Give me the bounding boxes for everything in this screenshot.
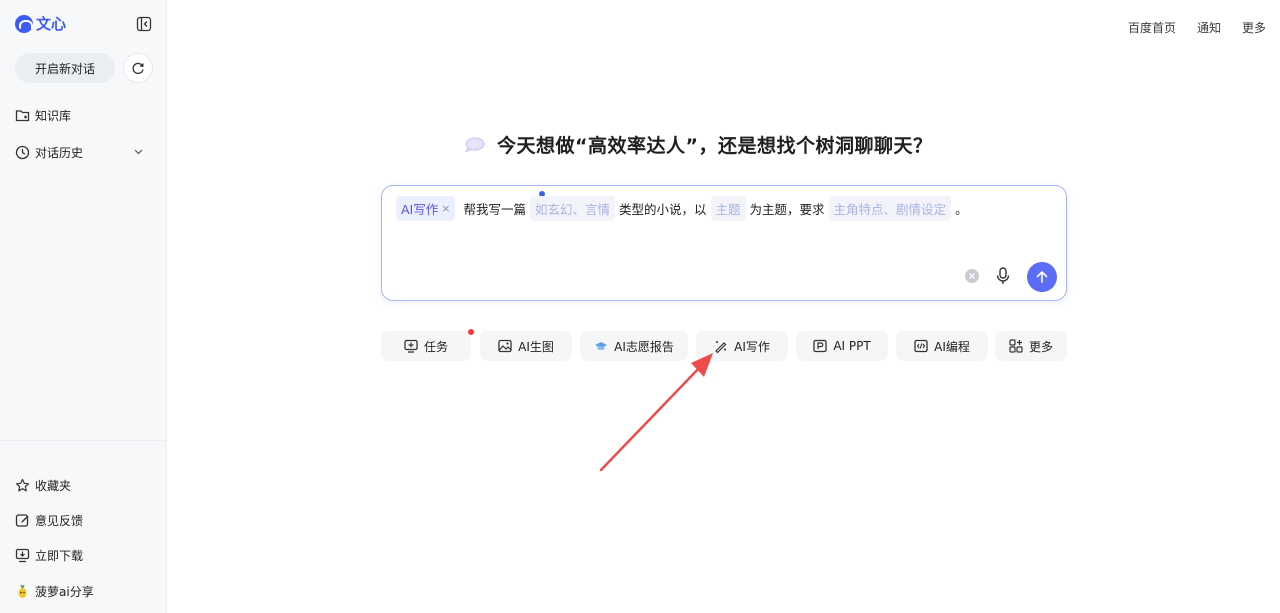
wenxin-logo-icon xyxy=(15,14,33,33)
sidebar-item-history[interactable]: 对话历史 xyxy=(15,144,83,161)
microphone-icon[interactable] xyxy=(996,267,1010,285)
annotation-arrow xyxy=(599,353,713,472)
tool-more-button[interactable]: 更多 xyxy=(995,331,1067,361)
tag-close-icon[interactable]: × xyxy=(441,202,450,215)
sidebar-item-share[interactable]: 菠萝ai分享 xyxy=(15,583,94,600)
star-icon xyxy=(16,478,29,492)
chevron-down-icon[interactable] xyxy=(133,146,144,157)
tool-label: AI写作 xyxy=(734,339,770,354)
prompt-slot-genre[interactable]: 如玄幻、言情 xyxy=(529,196,615,221)
top-link-notifications[interactable]: 通知 xyxy=(1197,19,1221,36)
logo[interactable]: 文心 xyxy=(15,13,66,34)
sidebar-item-label: 菠萝ai分享 xyxy=(35,585,94,599)
sidebar-item-label: 收藏夹 xyxy=(35,479,72,493)
headline: 今天想做“高效率达人”，还是想找个树洞聊聊天？ xyxy=(464,131,932,158)
notification-badge xyxy=(468,329,474,335)
image-icon xyxy=(498,339,512,353)
pineapple-icon xyxy=(18,584,27,598)
refresh-button[interactable] xyxy=(123,53,153,83)
download-icon xyxy=(15,548,30,563)
prompt-tag-label: AI写作 xyxy=(401,202,439,217)
new-chat-button[interactable]: 开启新对话 xyxy=(15,53,115,83)
prompt-input-card[interactable]: AI写作 × 帮我写一篇 如玄幻、言情 类型的小说，以 主题 为主题，要求 主角… xyxy=(381,185,1067,301)
feedback-icon xyxy=(15,514,29,527)
prompt-text: 类型的小说，以 xyxy=(619,202,707,217)
sidebar-item-label: 立即下载 xyxy=(35,549,84,563)
refresh-icon xyxy=(132,62,144,75)
clear-input-button[interactable] xyxy=(965,269,979,283)
speech-bubble-icon xyxy=(465,137,485,152)
sidebar-item-favorites[interactable]: 收藏夹 xyxy=(15,477,71,494)
sidebar-divider xyxy=(0,440,166,441)
prompt-slot-theme[interactable]: 主题 xyxy=(710,196,746,221)
tool-ai-ppt-button[interactable]: AI PPT xyxy=(796,331,888,361)
close-icon xyxy=(969,273,975,279)
ppt-icon xyxy=(813,339,827,353)
apps-icon xyxy=(1009,339,1023,353)
tool-bar: 任务 AI生图 AI志愿报告 AI写作 AI PPT AI编程 更多 xyxy=(381,329,1067,361)
collapse-sidebar-icon[interactable] xyxy=(136,16,152,32)
top-link-more[interactable]: 更多 xyxy=(1242,19,1266,36)
headline-text: 今天想做“高效率达人”，还是想找个树洞聊聊天？ xyxy=(497,135,933,157)
tool-label: AI PPT xyxy=(833,339,871,353)
arrow-up-icon xyxy=(1036,271,1048,283)
sidebar-item-download[interactable]: 立即下载 xyxy=(15,547,83,564)
tool-label: 更多 xyxy=(1028,339,1053,354)
sidebar-item-label: 对话历史 xyxy=(35,146,84,160)
prompt-text: 为主题，要求 xyxy=(749,202,825,217)
code-icon xyxy=(914,339,928,353)
prompt-template[interactable]: AI写作 × 帮我写一篇 如玄幻、言情 类型的小说，以 主题 为主题，要求 主角… xyxy=(396,196,968,221)
tool-ai-coding-button[interactable]: AI编程 xyxy=(896,331,988,361)
tool-ai-image-button[interactable]: AI生图 xyxy=(480,331,572,361)
tool-label: AI志愿报告 xyxy=(614,339,674,354)
prompt-tag-chip[interactable]: AI写作 × xyxy=(396,196,456,221)
logo-text: 文心 xyxy=(36,15,67,33)
tool-label: AI编程 xyxy=(934,339,970,354)
tool-label: 任务 xyxy=(423,339,448,354)
tool-task-button[interactable]: 任务 xyxy=(381,329,474,361)
tool-ai-volunteer-report-button[interactable]: AI志愿报告 xyxy=(580,331,688,361)
tool-ai-writing-button[interactable]: AI写作 xyxy=(696,331,788,361)
graduation-cap-icon xyxy=(595,342,608,351)
folder-icon xyxy=(15,110,30,122)
sidebar-item-feedback[interactable]: 意见反馈 xyxy=(15,512,83,529)
top-nav: 百度首页 通知 更多 xyxy=(1128,19,1266,36)
tool-label: AI生图 xyxy=(518,339,554,354)
send-button[interactable] xyxy=(1027,262,1057,292)
sidebar-item-knowledge-base[interactable]: 知识库 xyxy=(15,107,71,124)
task-icon xyxy=(404,339,418,353)
prompt-slot-requirements[interactable]: 主角特点、剧情设定 xyxy=(828,196,952,221)
prompt-text: 帮我写一篇 xyxy=(463,202,526,217)
magic-pen-icon xyxy=(715,341,727,353)
sidebar-item-label: 知识库 xyxy=(35,109,72,123)
sidebar-item-label: 意见反馈 xyxy=(35,514,84,528)
prompt-text: 。 xyxy=(955,202,968,217)
top-link-baidu-home[interactable]: 百度首页 xyxy=(1128,19,1176,36)
sidebar: 文心 开启新对话 知识库 对话历史 收藏夹 意见反馈 立即下载 菠萝ai分享 xyxy=(0,0,167,613)
clock-icon xyxy=(15,145,30,160)
